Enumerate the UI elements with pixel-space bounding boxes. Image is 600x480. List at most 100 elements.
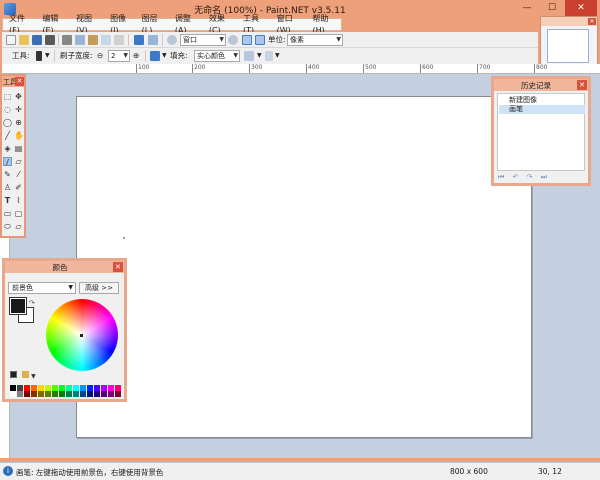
chevron-down-icon[interactable]: ▼: [162, 51, 167, 61]
colors-title-bar[interactable]: 颜色 ✕: [5, 261, 124, 273]
rectangle-select-icon[interactable]: ⬚: [3, 92, 12, 101]
magic-wand-icon[interactable]: ╱: [3, 131, 12, 140]
palette-menu-icon[interactable]: [21, 371, 29, 378]
ruler-tick: 400: [306, 64, 319, 73]
ellipse-select-icon[interactable]: ◯: [3, 118, 12, 127]
units-value: 像素: [290, 36, 304, 44]
image-thumbnail-panel: ✕: [540, 16, 598, 66]
decrease-width-icon[interactable]: ⊖: [97, 51, 103, 61]
brush-width-label: 刷子宽度:: [60, 51, 93, 60]
increase-width-icon[interactable]: ⊕: [133, 51, 139, 61]
antialias-icon[interactable]: [150, 51, 160, 61]
zoom-in-icon[interactable]: [228, 35, 238, 45]
redo-icon[interactable]: [148, 35, 158, 45]
maximize-button[interactable]: ☐: [540, 0, 564, 16]
save-icon[interactable]: [32, 35, 42, 45]
undo-icon[interactable]: [134, 35, 144, 45]
ruler-toggle-icon[interactable]: [255, 35, 265, 45]
color-target-select[interactable]: 前景色 ▼: [8, 282, 76, 294]
primary-color-swatch[interactable]: [9, 297, 27, 315]
gradient-icon[interactable]: ▤: [14, 144, 23, 153]
ellipse-icon[interactable]: ⬭: [3, 222, 12, 231]
palette-swatch[interactable]: [45, 391, 51, 397]
minimize-button[interactable]: —: [515, 0, 539, 16]
palette-swatch[interactable]: [31, 391, 37, 397]
thumbnail-close-icon[interactable]: ✕: [588, 18, 596, 25]
units-label: 单位:: [268, 35, 286, 44]
palette-swatch[interactable]: [101, 391, 107, 397]
blend-mode-icon[interactable]: [244, 51, 254, 61]
deselect-icon[interactable]: [114, 35, 124, 45]
rounded-rectangle-icon[interactable]: ▢: [14, 209, 23, 218]
line-icon[interactable]: ⌇: [14, 196, 23, 205]
units-select[interactable]: 像素 ▼: [287, 34, 343, 46]
recolor-icon[interactable]: ✐: [14, 183, 23, 192]
tools-title-bar[interactable]: 工具 ✕: [2, 76, 24, 87]
ruler-tick: 100: [136, 64, 149, 73]
palette-swatch[interactable]: [24, 391, 30, 397]
colors-title: 颜色: [52, 263, 68, 272]
pan-icon[interactable]: ✋: [14, 131, 24, 140]
chevron-down-icon[interactable]: ▼: [45, 51, 50, 61]
fill-select[interactable]: 实心颜色 ▼: [194, 50, 240, 62]
palette-swatch[interactable]: [10, 391, 16, 397]
eraser-icon[interactable]: ▱: [14, 157, 23, 166]
tools-close-icon[interactable]: ✕: [15, 77, 24, 86]
chevron-down-icon[interactable]: ▼: [31, 373, 36, 380]
history-title-bar[interactable]: 历史记录 ✕: [494, 79, 588, 91]
move-selection-icon[interactable]: ✛: [14, 105, 23, 114]
palette-swatch[interactable]: [59, 391, 65, 397]
palette-swatch[interactable]: [73, 391, 79, 397]
ruler-tick: 200: [192, 64, 205, 73]
copy-icon[interactable]: [75, 35, 85, 45]
close-button[interactable]: ✕: [565, 0, 597, 16]
alpha-blend-icon[interactable]: [265, 51, 273, 61]
history-close-icon[interactable]: ✕: [577, 80, 587, 90]
grid-toggle-icon[interactable]: [242, 35, 252, 45]
more-colors-button[interactable]: 高级 >>: [79, 282, 119, 294]
brush-width-select[interactable]: 2 ▼: [108, 50, 130, 62]
palette-swatch[interactable]: [108, 391, 114, 397]
tool-options-toolbar: 工具: ▼ 刷子宽度: ⊖ 2 ▼ ⊕ ▼ 填充: 实心颜色 ▼ ▼ ▼: [2, 48, 538, 64]
drawing-canvas[interactable]: [76, 96, 532, 438]
paint-bucket-icon[interactable]: ◈: [3, 144, 12, 153]
pencil-icon[interactable]: ✎: [3, 170, 12, 179]
colors-close-icon[interactable]: ✕: [113, 262, 123, 272]
new-file-icon[interactable]: [6, 35, 16, 45]
palette-swatch[interactable]: [52, 391, 58, 397]
image-thumbnail[interactable]: [547, 29, 589, 63]
palette-swatch[interactable]: [38, 391, 44, 397]
text-icon[interactable]: T: [3, 196, 12, 205]
lasso-icon[interactable]: ◌: [3, 105, 12, 114]
reset-colors-icon[interactable]: [10, 371, 17, 378]
paintbrush-icon[interactable]: /: [3, 157, 12, 167]
crop-icon[interactable]: [101, 35, 111, 45]
palette-swatch[interactable]: [115, 391, 121, 397]
cut-icon[interactable]: [62, 35, 72, 45]
zoom-icon[interactable]: [167, 35, 177, 45]
toolbar-separator: [128, 34, 129, 46]
palette-swatch[interactable]: [66, 391, 72, 397]
chevron-down-icon[interactable]: ▼: [275, 51, 280, 61]
palette-swatch[interactable]: [94, 391, 100, 397]
paste-icon[interactable]: [88, 35, 98, 45]
print-icon[interactable]: [45, 35, 55, 45]
clone-stamp-icon[interactable]: ♙: [3, 183, 12, 192]
palette-swatch[interactable]: [80, 391, 86, 397]
freeform-icon[interactable]: ▱: [14, 222, 23, 231]
color-picker-icon[interactable]: ⁄: [14, 170, 23, 179]
rectangle-icon[interactable]: ▭: [3, 209, 12, 218]
open-folder-icon[interactable]: [19, 35, 29, 45]
palette-swatch[interactable]: [17, 391, 23, 397]
history-navigation[interactable]: ⏮ ↶ ↷ ⏭: [498, 173, 550, 182]
history-item-brush[interactable]: 画笔: [499, 105, 585, 114]
history-item-new-image[interactable]: 新建图像: [499, 96, 585, 105]
zoom-icon[interactable]: ⊕: [14, 118, 23, 127]
swap-colors-icon[interactable]: ↷: [29, 299, 35, 307]
app-window: 无命名 (100%) - Paint.NET v3.5.11 — ☐ ✕ 文件(…: [0, 0, 600, 480]
move-icon[interactable]: ✥: [14, 92, 23, 101]
zoom-select[interactable]: 窗口 ▼: [180, 34, 226, 46]
paintbrush-icon[interactable]: [36, 51, 42, 61]
chevron-down-icon[interactable]: ▼: [257, 51, 262, 61]
palette-swatch[interactable]: [87, 391, 93, 397]
